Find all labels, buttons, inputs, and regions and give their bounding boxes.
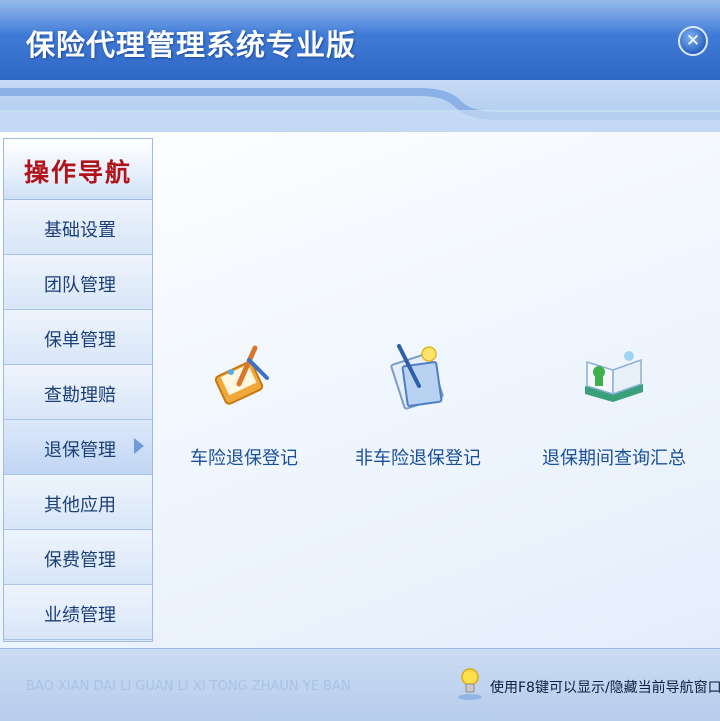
feature-non-auto-surrender-registration[interactable]: 非车险退保登记 (338, 340, 498, 470)
app-title-pinyin: BAO XIAN DAI LI GUAN LI XI TONG ZHAUN YE… (26, 679, 351, 694)
nav-item-label: 退保管理 (44, 440, 116, 461)
nav-item-label: 基础设置 (44, 220, 116, 241)
nav-item-label: 团队管理 (44, 275, 116, 296)
title-bar: 保险代理管理系统专业版 ✕ (0, 0, 720, 80)
nav-header: 操作导航 (4, 139, 152, 200)
nav-item-claims[interactable]: 查勘理赔 (4, 365, 152, 420)
feature-auto-surrender-registration[interactable]: 车险退保登记 (164, 340, 324, 470)
pen-paper-icon (214, 345, 269, 405)
header-ribbon (0, 88, 720, 132)
feature-label: 退保期间查询汇总 (542, 448, 686, 469)
nav-item-premium-management[interactable]: 保费管理 (4, 530, 152, 585)
app-title: 保险代理管理系统专业版 (26, 28, 357, 62)
feature-label: 非车险退保登记 (355, 448, 481, 469)
nav-item-policy-management[interactable]: 保单管理 (4, 310, 152, 365)
nav-item-surrender-management[interactable]: 退保管理 (4, 420, 152, 475)
nav-item-label: 查勘理赔 (44, 385, 116, 406)
nav-item-performance-management[interactable]: 业绩管理 (4, 585, 152, 640)
chevron-right-icon (134, 438, 144, 454)
feature-surrender-period-query-summary[interactable]: 退保期间查询汇总 (534, 340, 694, 470)
close-button[interactable]: ✕ (678, 26, 708, 56)
nav-header-label: 操作导航 (23, 158, 132, 187)
open-book-icon (585, 351, 643, 402)
nav-item-label: 业绩管理 (44, 605, 116, 626)
nav-sidebar: 操作导航 基础设置 团队管理 保单管理 查勘理赔 退保管理 其他应用 保费管理 … (3, 138, 153, 642)
nav-item-label: 保单管理 (44, 330, 116, 351)
lightbulb-icon (458, 668, 482, 700)
feature-label: 车险退保登记 (190, 448, 298, 469)
close-icon: ✕ (685, 31, 701, 51)
nav-item-other-apps[interactable]: 其他应用 (4, 475, 152, 530)
hint-text: 使用F8键可以显示/隐藏当前导航窗口 (490, 680, 720, 696)
nav-item-label: 其他应用 (44, 495, 116, 516)
document-lamp-icon (390, 344, 444, 410)
nav-item-label: 保费管理 (44, 550, 116, 571)
nav-item-basic-settings[interactable]: 基础设置 (4, 200, 152, 255)
status-bar: BAO XIAN DAI LI GUAN LI XI TONG ZHAUN YE… (0, 648, 720, 721)
nav-item-team-management[interactable]: 团队管理 (4, 255, 152, 310)
